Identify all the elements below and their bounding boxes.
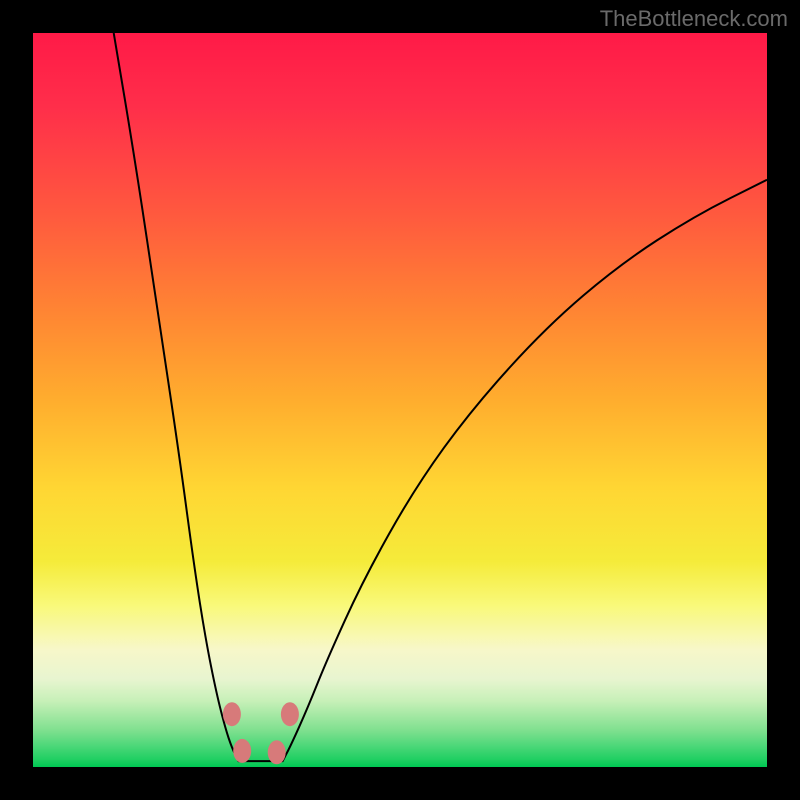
- plot-area: [33, 33, 767, 767]
- curve-marker: [281, 702, 299, 726]
- bottleneck-curve: [114, 33, 767, 761]
- curve-markers: [223, 702, 299, 764]
- curve-marker: [268, 740, 286, 764]
- curve-marker: [233, 739, 251, 763]
- curve-marker: [223, 702, 241, 726]
- watermark: TheBottleneck.com: [600, 6, 788, 32]
- curve-layer: [33, 33, 767, 767]
